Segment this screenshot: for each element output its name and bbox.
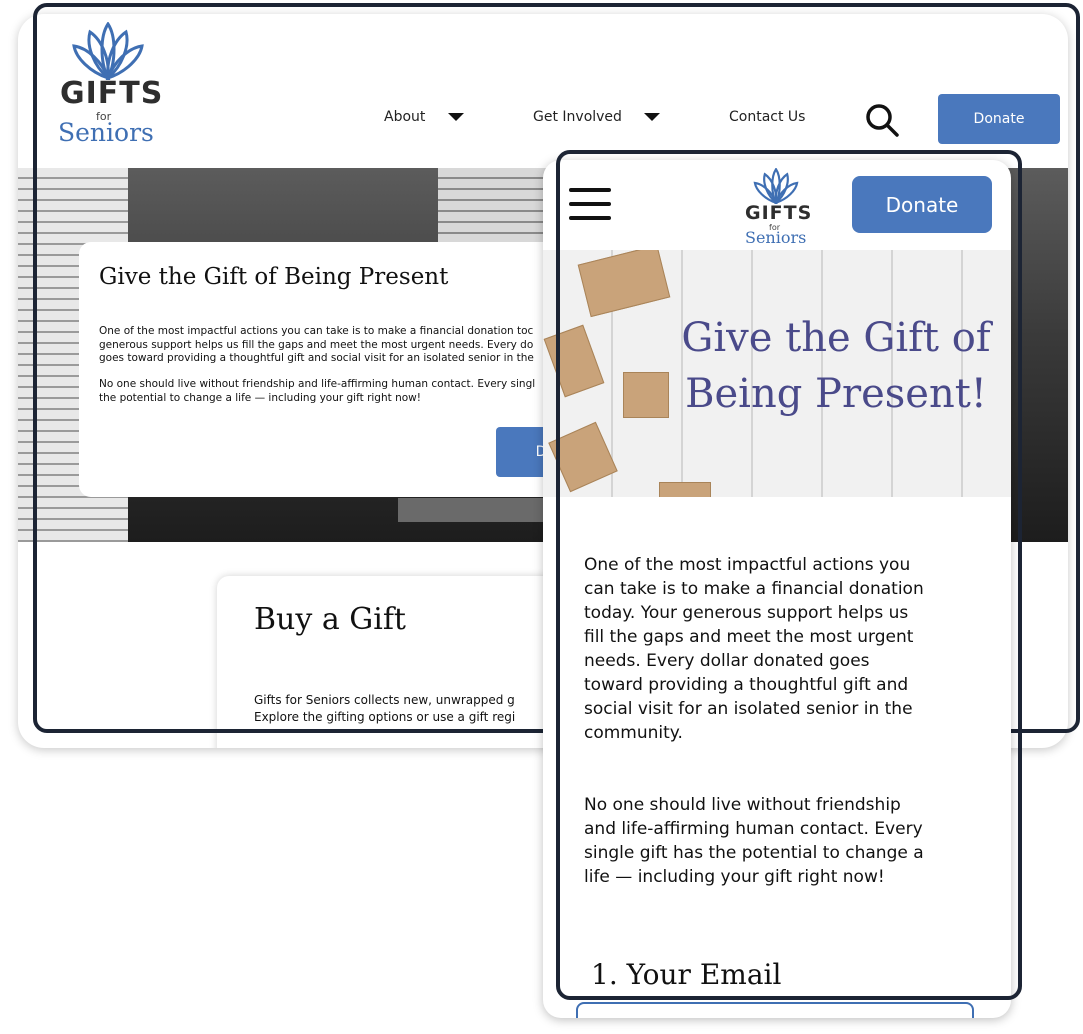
hero-paragraph-2: No one should live without friendship an… <box>99 378 536 404</box>
caret-down-icon <box>447 113 464 121</box>
logo-gifts-text: GIFTS <box>745 202 813 224</box>
nav-contact-label: Contact Us <box>729 109 806 125</box>
mobile-hero-title: Give the Gift of Being Present! <box>681 315 991 417</box>
mobile-paragraph-2: No one should live without friendship an… <box>584 795 924 887</box>
mobile-paragraph-1: One of the most impactful actions you ca… <box>584 555 924 743</box>
hero-paragraph-1: One of the most impactful actions you ca… <box>99 325 534 364</box>
gift-box <box>623 372 669 418</box>
site-logo[interactable]: GIFTS for Seniors <box>58 22 162 147</box>
flower-logo-icon <box>753 168 799 204</box>
nav-about-label: About <box>384 109 426 125</box>
buy-gift-title: Buy a Gift <box>254 602 406 637</box>
mobile-site-logo[interactable]: GIFTS for Seniors <box>743 168 813 248</box>
donate-button[interactable]: Donate <box>938 94 1060 144</box>
flower-logo-icon <box>72 22 144 80</box>
gift-box <box>659 482 711 497</box>
logo-seniors-text: Seniors <box>745 228 807 247</box>
nav-contact-us[interactable]: Contact Us <box>729 109 805 125</box>
mobile-donate-button[interactable]: Donate <box>852 176 992 233</box>
gift-box <box>577 250 671 318</box>
logo-seniors-text: Seniors <box>58 118 154 147</box>
nav-get-involved[interactable]: Get Involved <box>533 109 661 125</box>
email-step-heading: 1. Your Email <box>591 958 782 991</box>
nav-get-involved-label: Get Involved <box>533 109 622 125</box>
mobile-mockup: GIFTS for Seniors Donate Give the Gift o… <box>543 160 1011 1018</box>
hero-title: Give the Gift of Being Present <box>99 264 449 290</box>
hamburger-menu-icon[interactable] <box>569 186 611 222</box>
search-icon[interactable] <box>864 102 900 138</box>
buy-gift-card: Buy a Gift Gifts for Seniors collects ne… <box>217 576 557 748</box>
buy-gift-text: Gifts for Seniors collects new, unwrappe… <box>254 693 516 724</box>
email-input[interactable] <box>576 1002 974 1018</box>
mobile-hero-image: Give the Gift of Being Present! <box>543 250 1011 497</box>
caret-down-icon <box>644 113 661 121</box>
hero-card: Give the Gift of Being Present One of th… <box>79 242 599 497</box>
nav-about[interactable]: About <box>384 109 464 125</box>
logo-gifts-text: GIFTS <box>60 76 164 111</box>
gift-box <box>548 421 618 493</box>
gift-box <box>543 324 605 398</box>
